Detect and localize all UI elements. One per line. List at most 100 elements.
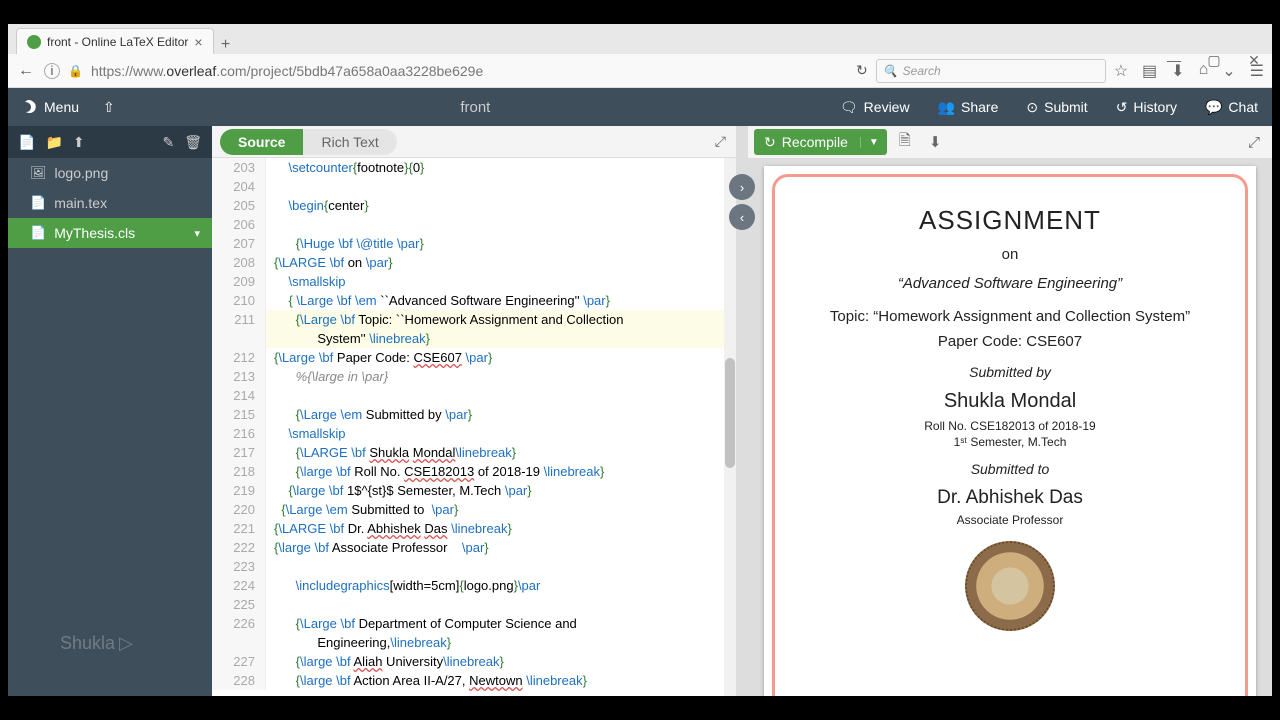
code-line[interactable]: 206 <box>212 215 736 234</box>
doc-on: on <box>795 246 1225 263</box>
pdf-panel: ↻Recompile ▼ 🗎 ⬇ ⤢ ASSIGNMENT on “Advanc… <box>748 126 1272 696</box>
code-line[interactable]: 210 { \Large \bf \em ``Advanced Software… <box>212 291 736 310</box>
editor-toolbar: Source Rich Text ⤢ <box>212 126 736 158</box>
window-maximize-icon[interactable]: ▢ <box>1200 52 1228 69</box>
bookmark-icon[interactable]: ☆ <box>1114 61 1128 81</box>
url-text[interactable]: https://www.overleaf.com/project/5bdb47a… <box>91 63 848 79</box>
browser-tab-bar: front - Online LaTeX Editor × + <box>8 24 1272 54</box>
code-line[interactable]: 223 <box>212 557 736 576</box>
submit-button[interactable]: ⊙Submit <box>1012 99 1101 116</box>
code-line[interactable]: 224 \includegraphics[width=5cm]{logo.png… <box>212 576 736 595</box>
code-line[interactable]: 214 <box>212 386 736 405</box>
upload-file-icon[interactable]: ⬆ <box>73 134 85 151</box>
expand-pdf-icon[interactable]: ⤢ <box>1242 134 1266 151</box>
tab-source[interactable]: Source <box>220 129 303 155</box>
tab-close-icon[interactable]: × <box>194 34 202 50</box>
code-line[interactable]: 213 %{\large in \par} <box>212 367 736 386</box>
history-icon: ↺ <box>1116 99 1128 116</box>
doc-course: “Advanced Software Engineering” <box>795 275 1225 292</box>
refresh-button[interactable]: ↻ <box>856 62 868 79</box>
search-icon: 🔍 <box>883 64 898 78</box>
library-icon[interactable]: ▤ <box>1142 61 1157 81</box>
file-name: MyThesis.cls <box>54 225 135 241</box>
pdf-toolbar: ↻Recompile ▼ 🗎 ⬇ ⤢ <box>748 126 1272 158</box>
download-pdf-icon[interactable]: ⬇ <box>923 133 948 151</box>
overleaf-logo-icon <box>22 99 38 115</box>
refresh-icon: ↻ <box>764 134 776 151</box>
code-line[interactable]: 219 {\large \bf 1$^{st}$ Semester, M.Tec… <box>212 481 736 500</box>
code-line[interactable]: Engineering,\linebreak} <box>212 633 736 652</box>
upload-icon[interactable]: ⇧ <box>93 99 125 116</box>
doc-role: Associate Professor <box>795 513 1225 527</box>
code-line[interactable]: 221{\LARGE \bf Dr. Abhishek Das \linebre… <box>212 519 736 538</box>
code-line[interactable]: 207 {\Huge \bf \@title \par} <box>212 234 736 253</box>
menu-button[interactable]: Menu <box>8 99 93 115</box>
code-line[interactable]: 209 \smallskip <box>212 272 736 291</box>
rename-icon[interactable]: ✎ <box>162 134 174 151</box>
doc-paper-code: Paper Code: CSE607 <box>795 333 1225 350</box>
code-line[interactable]: 215 {\Large \em Submitted by \par} <box>212 405 736 424</box>
editor-scrollbar[interactable] <box>724 158 736 696</box>
file-icon: 📄 <box>30 225 46 241</box>
recompile-button[interactable]: ↻Recompile ▼ <box>754 129 887 155</box>
code-line[interactable]: 203 \setcounter{footnote}{0} <box>212 158 736 177</box>
code-line[interactable]: 218 {\large \bf Roll No. CSE182013 of 20… <box>212 462 736 481</box>
info-icon[interactable]: i <box>44 63 60 79</box>
code-line[interactable]: 208{\LARGE \bf on \par} <box>212 253 736 272</box>
chevron-down-icon[interactable]: ▾ <box>194 227 200 240</box>
file-tree-panel: 📄 📁 ⬆ ✎ 🗑 🖼logo.png📄main.tex📄MyThesis.cl… <box>8 126 212 696</box>
search-input[interactable]: 🔍 Search <box>876 59 1106 83</box>
history-button[interactable]: ↺History <box>1102 99 1191 116</box>
file-tree-toolbar: 📄 📁 ⬆ ✎ 🗑 <box>8 126 212 158</box>
pane-divider[interactable]: › ‹ <box>736 126 748 696</box>
lock-icon: 🔒 <box>68 64 83 78</box>
doc-title: ASSIGNMENT <box>795 205 1225 236</box>
file-icon: 📄 <box>30 195 46 211</box>
browser-tab[interactable]: front - Online LaTeX Editor × <box>16 28 214 54</box>
review-icon: 🗨 <box>840 99 858 116</box>
code-line[interactable]: 216 \smallskip <box>212 424 736 443</box>
new-tab-button[interactable]: + <box>214 36 238 54</box>
new-file-icon[interactable]: 📄 <box>18 134 35 151</box>
code-line[interactable]: 226 {\Large \bf Department of Computer S… <box>212 614 736 633</box>
code-line[interactable]: 204 <box>212 177 736 196</box>
chat-button[interactable]: 💬Chat <box>1191 99 1272 116</box>
code-editor[interactable]: 203 \setcounter{footnote}{0}204205 \begi… <box>212 158 736 696</box>
code-line[interactable]: 220 {\Large \em Submitted to \par} <box>212 500 736 519</box>
submit-icon: ⊙ <box>1026 99 1038 116</box>
code-line[interactable]: 205 \begin{center} <box>212 196 736 215</box>
window-minimize-icon[interactable]: — <box>1160 52 1188 69</box>
window-close-icon[interactable]: ✕ <box>1240 52 1268 69</box>
file-item[interactable]: 📄main.tex <box>8 188 212 218</box>
review-button[interactable]: 🗨Review <box>826 99 924 116</box>
doc-semester: 1ˢᵗ Semester, M.Tech <box>795 435 1225 449</box>
code-line[interactable]: 211 {\Large \bf Topic: ``Homework Assign… <box>212 310 736 329</box>
pdf-viewer[interactable]: ASSIGNMENT on “Advanced Software Enginee… <box>748 158 1272 696</box>
expand-editor-icon[interactable]: ⤢ <box>715 133 726 150</box>
file-item[interactable]: 📄 MyThesis.cls ▾ <box>8 218 212 248</box>
logs-icon[interactable]: 🗎 <box>893 130 917 155</box>
code-line[interactable]: 222{\large \bf Associate Professor \par} <box>212 538 736 557</box>
window-controls: — ▢ ✕ <box>1160 52 1268 69</box>
sync-right-icon[interactable]: › <box>729 174 755 200</box>
back-button[interactable]: ← <box>16 62 36 80</box>
browser-url-bar: ← i 🔒 https://www.overleaf.com/project/5… <box>8 54 1272 88</box>
code-line[interactable]: 227 {\large \bf Aliah University\linebre… <box>212 652 736 671</box>
new-folder-icon[interactable]: 📁 <box>45 134 62 151</box>
code-line[interactable]: System'' \linebreak} <box>212 329 736 348</box>
share-button[interactable]: 👥Share <box>924 99 1013 116</box>
doc-submitted-to: Submitted to <box>795 461 1225 477</box>
code-line[interactable]: 225 <box>212 595 736 614</box>
chat-icon: 💬 <box>1205 99 1222 116</box>
watermark: Shukla▷ <box>60 633 133 654</box>
code-line[interactable]: 217 {\LARGE \bf Shukla Mondal\linebreak} <box>212 443 736 462</box>
delete-icon[interactable]: 🗑 <box>184 134 202 151</box>
code-line[interactable]: 228 {\large \bf Action Area II-A/27, New… <box>212 671 736 690</box>
sync-left-icon[interactable]: ‹ <box>729 204 755 230</box>
file-item[interactable]: 🖼logo.png <box>8 158 212 188</box>
code-line[interactable]: 212{\Large \bf Paper Code: CSE607 \par} <box>212 348 736 367</box>
editor-panel: Source Rich Text ⤢ 203 \setcounter{footn… <box>212 126 736 696</box>
tab-rich-text[interactable]: Rich Text <box>303 129 396 155</box>
recompile-dropdown[interactable]: ▼ <box>860 137 887 148</box>
pdf-page: ASSIGNMENT on “Advanced Software Enginee… <box>764 166 1256 696</box>
